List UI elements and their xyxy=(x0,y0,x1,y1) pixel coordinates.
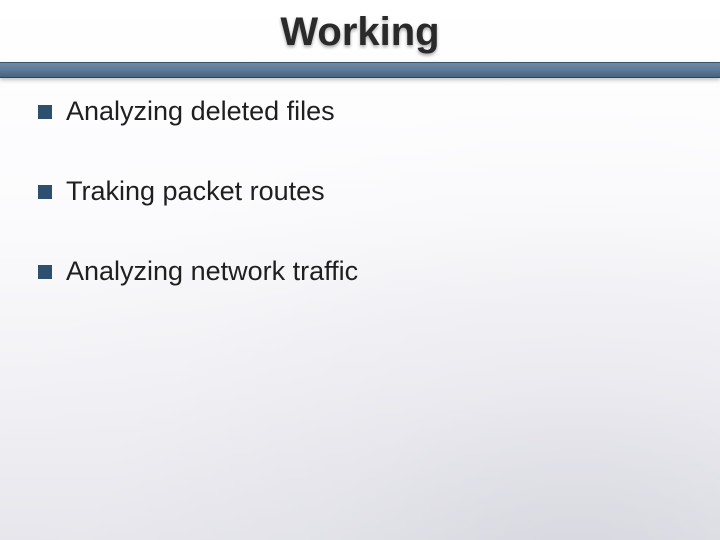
list-item-text: Traking packet routes xyxy=(66,175,325,209)
title-underline-bar xyxy=(0,62,720,78)
bullet-list: Analyzing deleted files Traking packet r… xyxy=(38,95,682,334)
list-item: Analyzing deleted files xyxy=(38,95,682,129)
list-item: Analyzing network traffic xyxy=(38,255,682,289)
slide: Working Analyzing deleted files Traking … xyxy=(0,0,720,540)
list-item-text: Analyzing deleted files xyxy=(66,95,335,129)
list-item: Traking packet routes xyxy=(38,175,682,209)
square-bullet-icon xyxy=(38,185,52,199)
slide-title: Working xyxy=(280,10,439,61)
square-bullet-icon xyxy=(38,105,52,119)
square-bullet-icon xyxy=(38,265,52,279)
title-area: Working xyxy=(0,0,720,61)
list-item-text: Analyzing network traffic xyxy=(66,255,358,289)
